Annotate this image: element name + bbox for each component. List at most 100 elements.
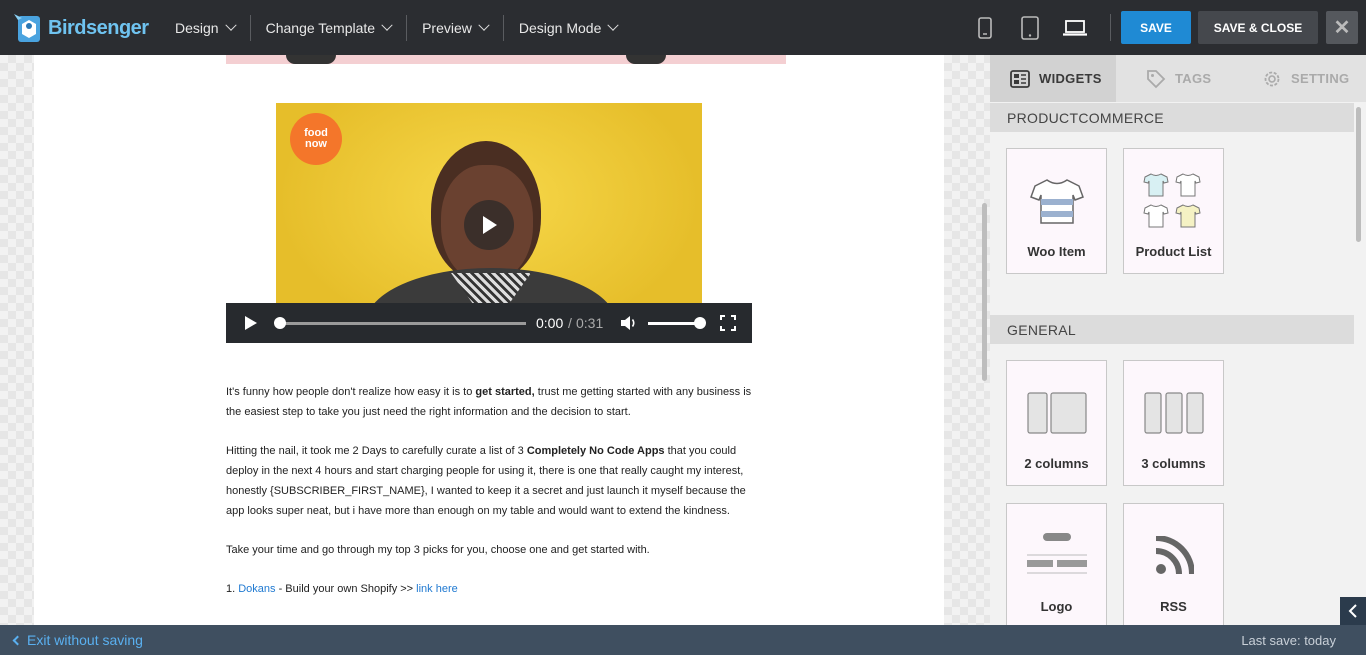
- big-play-button[interactable]: [464, 200, 514, 250]
- tab-tags-label: TAGS: [1175, 71, 1212, 86]
- text-run: Hitting the nail, it took me 2 Days to c…: [226, 445, 527, 457]
- tab-widgets-label: WIDGETS: [1039, 71, 1102, 86]
- section-productcommerce: PRODUCTCOMMERCE: [990, 103, 1354, 132]
- menu-change-template-label: Change Template: [265, 19, 376, 36]
- paragraph-2: Hitting the nail, it took me 2 Days to c…: [226, 441, 756, 521]
- three-columns-icon: [1143, 392, 1204, 434]
- brand-logo[interactable]: Birdsenger: [14, 8, 149, 48]
- list-item-1: 1. Dokans - Build your own Shopify >> li…: [226, 579, 756, 599]
- widget-product-list[interactable]: Product List: [1123, 148, 1224, 274]
- list-number: 1.: [226, 583, 239, 595]
- desktop-view-button[interactable]: [1052, 0, 1097, 55]
- bold-text: get started,: [475, 386, 535, 398]
- widget-label: Logo: [1040, 599, 1073, 614]
- chevron-down-icon: [381, 19, 393, 31]
- rss-icon: [1155, 536, 1194, 575]
- email-body-text[interactable]: It's funny how people don't realize how …: [226, 382, 756, 618]
- last-save-status: Last save: today: [1241, 633, 1336, 648]
- exit-without-saving-link[interactable]: Exit without saving: [10, 632, 143, 648]
- video-progress-handle[interactable]: [274, 317, 286, 329]
- bird-logo-icon: [14, 14, 40, 42]
- chevron-left-icon: [12, 635, 23, 645]
- fullscreen-icon: [720, 315, 736, 331]
- save-and-close-button[interactable]: SAVE & CLOSE: [1198, 11, 1318, 44]
- duration: 0:31: [576, 315, 604, 331]
- text-run: - Build your own Shopify >>: [275, 583, 417, 595]
- play-button[interactable]: [244, 315, 258, 336]
- paragraph-1: It's funny how people don't realize how …: [226, 382, 756, 422]
- main-menu: Design Change Template Preview Design Mo…: [160, 0, 632, 55]
- close-icon: ✕: [1333, 17, 1351, 39]
- play-icon: [245, 316, 257, 330]
- widget-label: RSS: [1160, 599, 1187, 614]
- chevron-down-icon: [478, 19, 490, 31]
- tag-icon: [1147, 69, 1166, 88]
- widget-3-columns[interactable]: 3 columns: [1123, 360, 1224, 486]
- bold-text: Completely No Code Apps: [526, 445, 665, 457]
- bottom-bar: Exit without saving Last save: today: [0, 625, 1366, 655]
- widget-icon-wrap: [1154, 526, 1194, 586]
- tablet-view-button[interactable]: [1007, 0, 1052, 55]
- canvas-scrollbar-thumb[interactable]: [982, 203, 987, 381]
- menu-change-template[interactable]: Change Template: [251, 15, 406, 41]
- section-general: GENERAL: [990, 315, 1354, 344]
- menu-design-mode[interactable]: Design Mode: [504, 15, 633, 41]
- mute-button[interactable]: [620, 315, 638, 336]
- menu-design-mode-label: Design Mode: [518, 19, 602, 36]
- collapse-panel-button[interactable]: [1340, 597, 1366, 625]
- link-here-link[interactable]: link here: [416, 583, 458, 595]
- mobile-icon: [977, 16, 992, 39]
- tablet-icon: [1020, 15, 1039, 40]
- tab-widgets[interactable]: WIDGETS: [990, 55, 1116, 102]
- dokans-link[interactable]: Dokans: [238, 583, 275, 595]
- widget-icon-wrap: [1026, 383, 1087, 443]
- email-preview: food now 0:00 / 0:31 It's funny how peop…: [34, 55, 944, 625]
- close-button[interactable]: ✕: [1326, 11, 1358, 44]
- widget-rss[interactable]: RSS: [1123, 503, 1224, 625]
- widget-2-columns[interactable]: 2 columns: [1006, 360, 1107, 486]
- device-switcher: [962, 0, 1097, 55]
- tshirt-icon: [1029, 179, 1084, 224]
- gear-icon: [1264, 71, 1280, 86]
- widget-icon-wrap: [1142, 171, 1205, 231]
- tab-tags[interactable]: TAGS: [1116, 55, 1234, 102]
- food-now-logo: food now: [290, 113, 342, 165]
- menu-preview-label: Preview: [422, 19, 472, 36]
- widget-label: 2 columns: [1024, 456, 1089, 471]
- top-bar: Birdsenger Design Change Template Previe…: [0, 0, 1366, 55]
- panel-tabs: WIDGETS TAGS SETTING: [990, 55, 1366, 102]
- menu-design-label: Design: [175, 19, 219, 36]
- chevron-down-icon: [224, 19, 237, 31]
- food-now-logo-text-2: now: [304, 138, 327, 150]
- widget-icon-wrap: [1143, 383, 1204, 443]
- menu-design[interactable]: Design: [160, 15, 250, 41]
- volume-slider[interactable]: [648, 322, 700, 325]
- widget-label: Woo Item: [1027, 244, 1086, 259]
- panel-scrollbar-thumb[interactable]: [1356, 107, 1361, 242]
- tab-setting-label: SETTING: [1291, 71, 1350, 86]
- widget-label: Product List: [1135, 244, 1212, 259]
- chevron-down-icon: [607, 19, 620, 31]
- current-time: 0:00: [536, 315, 564, 331]
- save-button[interactable]: SAVE: [1121, 11, 1191, 44]
- play-icon: [483, 216, 497, 234]
- menu-preview[interactable]: Preview: [407, 15, 503, 41]
- exit-label: Exit without saving: [27, 632, 143, 648]
- video-controls: 0:00 / 0:31: [226, 303, 752, 343]
- fullscreen-button[interactable]: [720, 315, 736, 336]
- product-list-icon: [1142, 173, 1201, 228]
- brand-name: Birdsenger: [48, 16, 149, 39]
- widget-icon-wrap: [1029, 171, 1085, 231]
- chevron-left-icon: [1348, 604, 1357, 618]
- volume-handle[interactable]: [694, 317, 706, 329]
- widget-logo[interactable]: Logo: [1006, 503, 1107, 625]
- widgets-icon: [1010, 69, 1030, 88]
- widget-label: 3 columns: [1141, 456, 1206, 471]
- image-detail: [286, 55, 336, 64]
- tab-setting[interactable]: SETTING: [1234, 55, 1366, 102]
- two-columns-icon: [1026, 392, 1087, 434]
- video-progress-bar[interactable]: [278, 322, 526, 325]
- widget-woo-item[interactable]: Woo Item: [1006, 148, 1107, 274]
- mobile-view-button[interactable]: [962, 0, 1007, 55]
- header-image[interactable]: [226, 55, 786, 64]
